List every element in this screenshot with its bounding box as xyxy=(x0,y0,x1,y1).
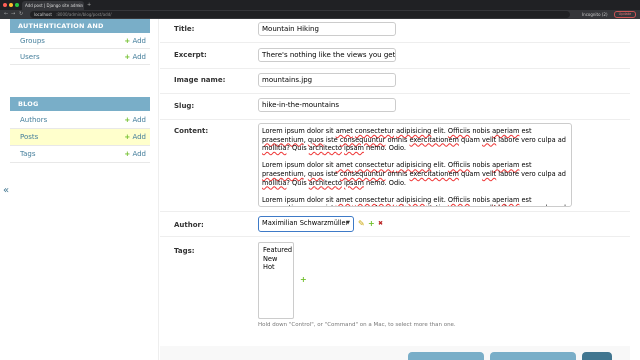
update-button[interactable]: Update xyxy=(614,11,636,18)
browser-tab-title: Add post | Django site admin xyxy=(25,3,84,8)
author-selected-value: Maximilian Schwarzmüller xyxy=(262,219,349,227)
form-row-author: Author: Maximilian Schwarzmüller ▼ ✎ + ✖ xyxy=(160,212,630,237)
form-row-slug: Slug: hike-in-the-mountains xyxy=(160,94,630,120)
add-link-label: Add xyxy=(132,116,146,124)
save-button[interactable] xyxy=(582,352,612,360)
excerpt-input[interactable]: There's nothing like the views you get w… xyxy=(258,48,396,62)
content-textarea[interactable]: Lorem ipsum dolor sit amet consectetur a… xyxy=(258,123,572,207)
sidebar-link-users[interactable]: Users xyxy=(20,49,40,65)
sidebar-link-posts[interactable]: Posts xyxy=(20,129,38,146)
browser-chrome: Add post | Django site admin × + ← → ↻ l… xyxy=(0,0,640,19)
close-window-dot[interactable] xyxy=(3,3,7,7)
sidebar-link-authors[interactable]: Authors xyxy=(20,111,47,129)
tab-bar xyxy=(0,0,640,10)
sidebar-add-groups[interactable]: + Add xyxy=(124,33,146,49)
edit-author-icon[interactable]: ✎ xyxy=(358,219,365,229)
image-name-input[interactable]: mountains.jpg xyxy=(258,73,396,87)
form-row-content: Content: Lorem ipsum dolor sit amet cons… xyxy=(160,120,630,212)
title-input[interactable]: Mountain Hiking xyxy=(258,22,396,36)
minimize-window-dot[interactable] xyxy=(9,3,13,7)
address-host: localhost xyxy=(34,12,52,17)
address-path: :8000/admin/blog/post/add/ xyxy=(56,12,112,17)
chevron-down-icon: ▼ xyxy=(346,220,350,226)
plus-icon: + xyxy=(124,53,131,61)
sidebar: Authentication and Authorization Groups … xyxy=(10,19,150,163)
sidebar-item-groups: Groups + Add xyxy=(10,33,150,49)
author-select[interactable]: Maximilian Schwarzmüller ▼ xyxy=(258,216,354,232)
plus-icon: + xyxy=(124,37,131,45)
form-row-excerpt: Excerpt: There's nothing like the views … xyxy=(160,43,630,69)
add-tag-icon[interactable]: + xyxy=(300,275,307,285)
excerpt-label: Excerpt: xyxy=(174,51,207,59)
tag-option[interactable]: Featured xyxy=(263,246,292,255)
sidebar-item-tags: Tags + Add xyxy=(10,146,150,163)
forward-icon[interactable]: → xyxy=(11,11,15,18)
content-paragraph: Lorem ipsum dolor sit amet consectetur a… xyxy=(262,161,566,187)
add-link-label: Add xyxy=(132,150,146,158)
collapse-sidebar-icon[interactable]: « xyxy=(3,185,9,196)
add-link-label: Add xyxy=(132,53,146,61)
sidebar-link-groups[interactable]: Groups xyxy=(20,33,45,49)
plus-icon: + xyxy=(124,133,131,141)
save-and-continue-button[interactable] xyxy=(490,352,576,360)
sidebar-item-authors: Authors + Add xyxy=(10,111,150,129)
admin-page: « Authentication and Authorization Group… xyxy=(0,19,640,360)
add-link-label: Add xyxy=(132,133,146,141)
tags-help-text: Hold down "Control", or "Command" on a M… xyxy=(258,322,456,328)
incognito-indicator[interactable]: Incognito (2) xyxy=(582,11,608,18)
plus-icon: + xyxy=(124,150,131,158)
form-row-title: Title: Mountain Hiking xyxy=(160,19,630,43)
sidebar-divider xyxy=(158,19,159,360)
maximize-window-dot[interactable] xyxy=(15,3,19,7)
add-link-label: Add xyxy=(132,37,146,45)
module-caption-blog[interactable]: Blog xyxy=(10,97,150,111)
content-paragraph: Lorem ipsum dolor sit amet consectetur a… xyxy=(262,127,566,153)
module-caption-auth[interactable]: Authentication and Authorization xyxy=(10,19,150,44)
browser-tab[interactable]: Add post | Django site admin xyxy=(22,1,84,10)
add-author-icon[interactable]: + xyxy=(368,219,375,229)
sidebar-item-users: Users + Add xyxy=(10,49,150,65)
back-icon[interactable]: ← xyxy=(4,11,8,18)
tags-label: Tags: xyxy=(174,247,195,255)
sidebar-add-users[interactable]: + Add xyxy=(124,49,146,65)
form-row-image-name: Image name: mountains.jpg xyxy=(160,69,630,94)
reload-icon[interactable]: ↻ xyxy=(19,11,23,18)
image-name-label: Image name: xyxy=(174,76,226,84)
new-tab-icon[interactable]: + xyxy=(87,1,91,10)
content-paragraph: Lorem ipsum dolor sit amet consectetur a… xyxy=(262,195,566,206)
title-label: Title: xyxy=(174,25,195,33)
slug-input[interactable]: hike-in-the-mountains xyxy=(258,98,396,112)
tag-option[interactable]: Hot xyxy=(263,263,289,272)
tag-option[interactable]: New xyxy=(263,255,289,264)
content-label: Content: xyxy=(174,127,209,135)
tags-multiselect[interactable]: Featured New Hot xyxy=(258,242,294,319)
sidebar-add-posts[interactable]: + Add xyxy=(124,129,146,146)
sidebar-add-authors[interactable]: + Add xyxy=(124,111,146,129)
close-tab-icon[interactable]: × xyxy=(78,1,81,10)
plus-icon: + xyxy=(124,116,131,124)
save-and-add-another-button[interactable] xyxy=(408,352,484,360)
sidebar-item-posts: Posts + Add xyxy=(10,129,150,146)
slug-label: Slug: xyxy=(174,102,195,110)
sidebar-add-tags[interactable]: + Add xyxy=(124,146,146,163)
delete-author-icon[interactable]: ✖ xyxy=(378,219,383,229)
author-label: Author: xyxy=(174,221,204,229)
sidebar-link-tags[interactable]: Tags xyxy=(20,146,36,163)
form-row-tags: Tags: Featured New Hot + Hold down "Cont… xyxy=(160,237,630,352)
